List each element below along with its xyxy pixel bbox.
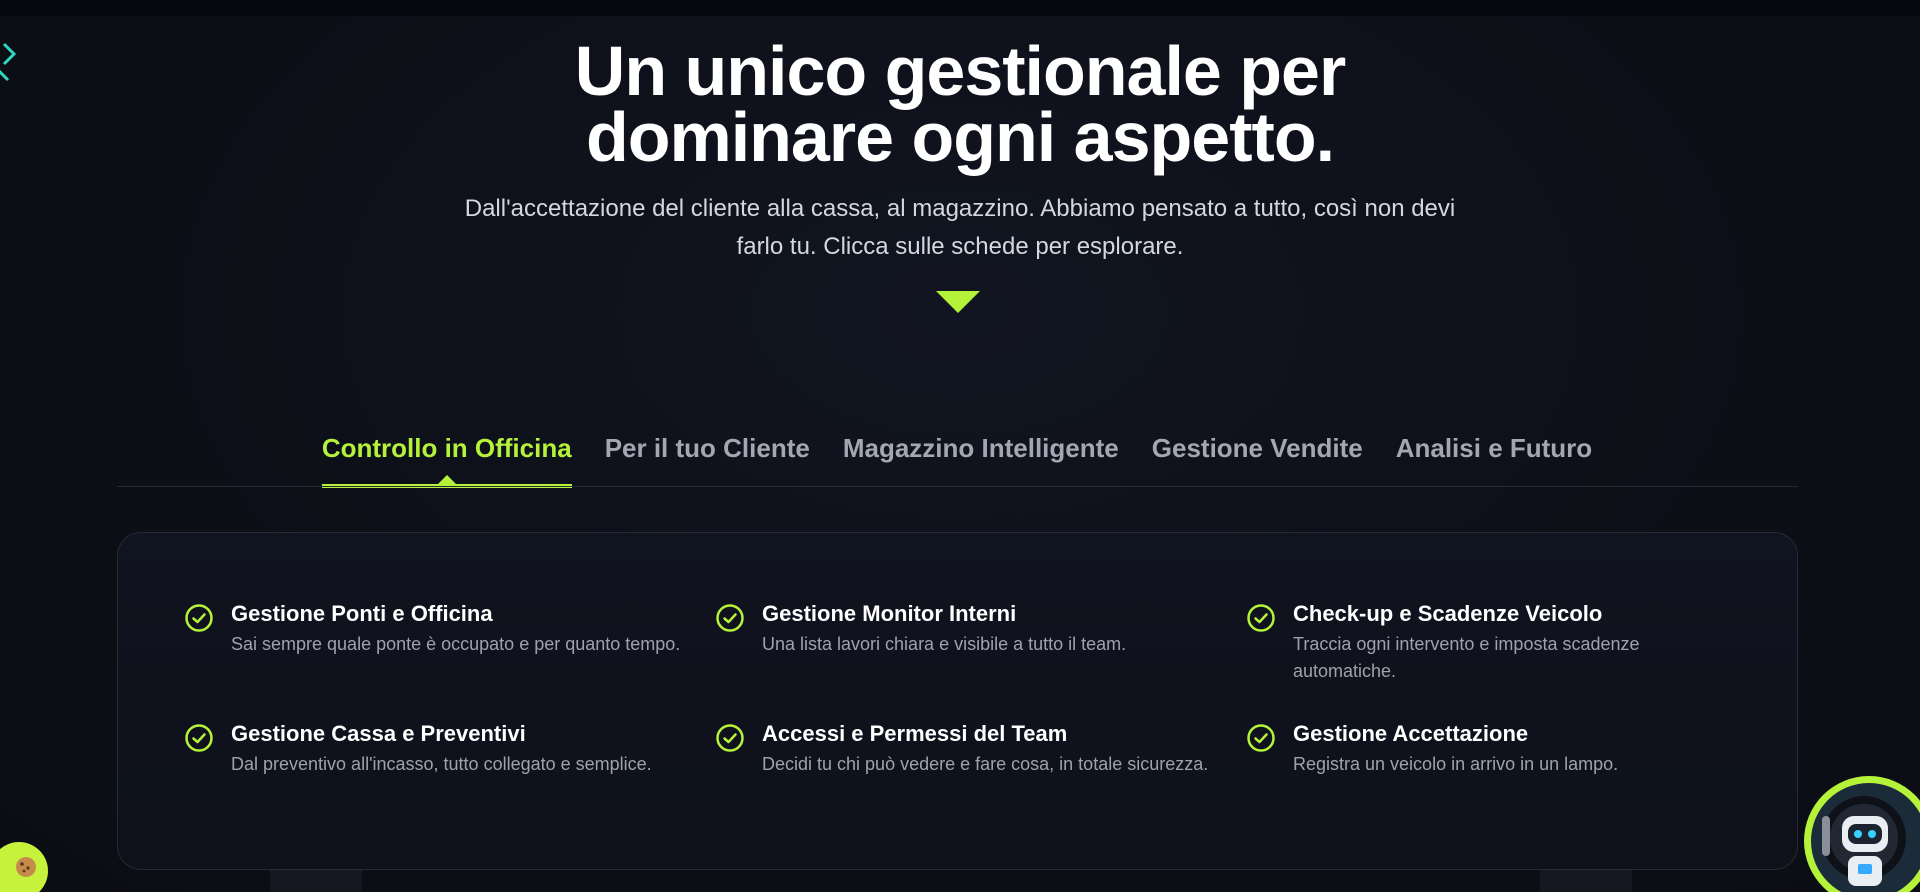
chat-assistant-button[interactable] — [1804, 776, 1920, 892]
check-circle-icon — [1247, 604, 1275, 632]
tab-per-il-cliente[interactable]: Per il tuo Cliente — [605, 426, 810, 488]
decorative-stand — [1540, 870, 1632, 892]
feature-description: Decidi tu chi può vedere e fare cosa, in… — [762, 754, 1209, 774]
title-line-2: dominare ogni aspetto. — [585, 98, 1335, 176]
tab-gestione-vendite[interactable]: Gestione Vendite — [1152, 426, 1363, 488]
feature-title: Gestione Cassa e Preventivi — [231, 721, 526, 746]
decorative-stand — [270, 870, 362, 892]
feature-title: Check-up e Scadenze Veicolo — [1293, 601, 1603, 626]
feature-title: Gestione Monitor Interni — [762, 601, 1017, 626]
triangle-down-icon[interactable] — [936, 291, 980, 315]
top-strip — [0, 0, 1920, 16]
feature-tabs: Controllo in Officina Per il tuo Cliente… — [117, 426, 1797, 488]
check-circle-icon — [1247, 724, 1275, 752]
features-card: Gestione Ponti e Officina Sai sempre qua… — [117, 532, 1798, 870]
check-circle-icon — [185, 724, 213, 752]
tab-label: Magazzino Intelligente — [842, 433, 1119, 463]
tab-label: Analisi e Futuro — [1395, 433, 1593, 463]
feature-description: Traccia ogni intervento e imposta scaden… — [1293, 634, 1640, 681]
feature-description: Una lista lavori chiara e visibile a tut… — [762, 634, 1127, 654]
check-circle-icon — [185, 604, 213, 632]
tab-magazzino[interactable]: Magazzino Intelligente — [843, 426, 1119, 488]
check-circle-icon — [716, 604, 744, 632]
feature-title: Gestione Accettazione — [1293, 721, 1529, 746]
tabs-divider — [117, 486, 1798, 487]
title-line-1: Un unico gestionale per — [574, 32, 1346, 110]
tab-label: Controllo in Officina — [321, 433, 572, 463]
feature-title: Gestione Ponti e Officina — [231, 601, 493, 626]
feature-description: Sai sempre quale ponte è occupato e per … — [231, 634, 681, 654]
cookie-settings-button[interactable] — [0, 842, 48, 892]
active-tab-indicator — [437, 475, 456, 484]
tab-label: Gestione Vendite — [1151, 433, 1363, 463]
page: Un unico gestionale per dominare ogni as… — [0, 0, 1920, 892]
cookie-icon — [16, 857, 36, 877]
feature-description: Dal preventivo all'incasso, tutto colleg… — [231, 754, 652, 774]
tab-analisi-futuro[interactable]: Analisi e Futuro — [1396, 426, 1592, 488]
tab-controllo-officina[interactable]: Controllo in Officina — [321, 426, 572, 488]
feature-title: Accessi e Permessi del Team — [762, 721, 1068, 746]
check-circle-icon — [716, 724, 744, 752]
robot-avatar-icon — [1811, 783, 1920, 892]
tab-label: Per il tuo Cliente — [604, 433, 810, 463]
page-subtitle: Dall'accettazione del cliente alla cassa… — [464, 195, 1456, 260]
feature-description: Registra un veicolo in arrivo in un lamp… — [1293, 754, 1619, 774]
page-title: Un unico gestionale per dominare ogni as… — [0, 32, 1920, 176]
